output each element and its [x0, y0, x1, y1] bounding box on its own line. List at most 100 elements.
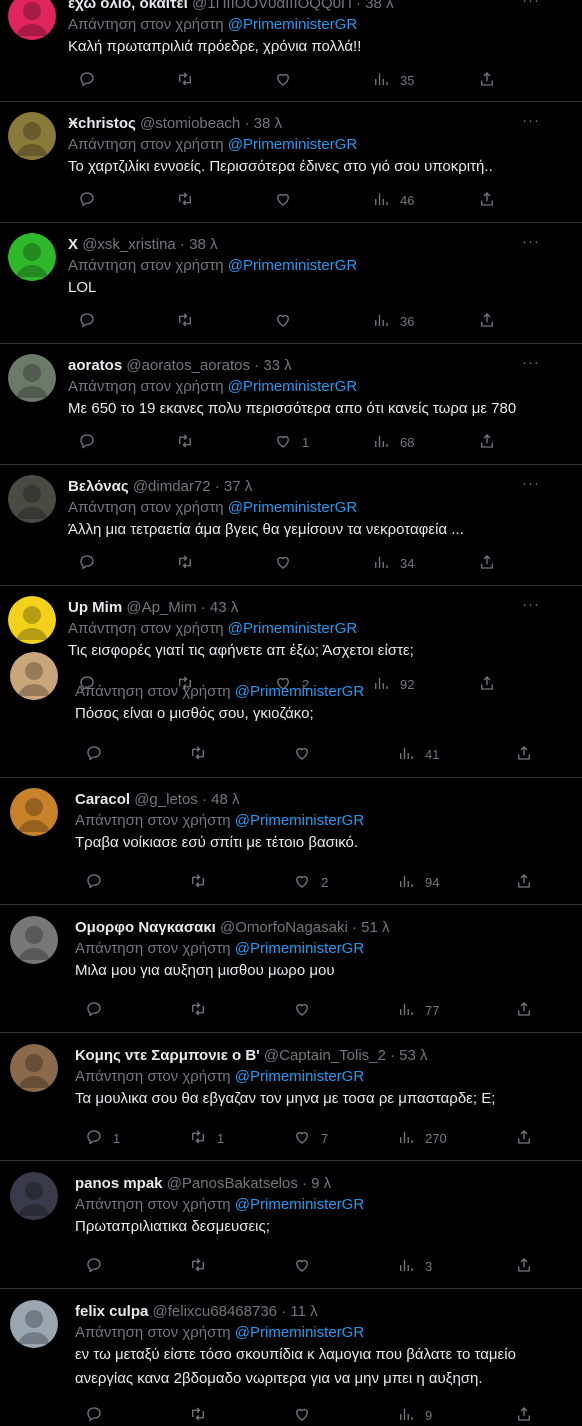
like-button[interactable] — [283, 744, 321, 765]
avatar[interactable] — [10, 1300, 58, 1348]
like-button[interactable] — [283, 1256, 321, 1277]
views-button[interactable]: 3 — [387, 1256, 432, 1277]
user-handle[interactable]: @xsk_xristina · 38 λ — [82, 236, 217, 253]
mention-link[interactable]: @PrimeministerGR — [235, 683, 364, 700]
share-button[interactable] — [468, 190, 496, 211]
views-button[interactable]: 35 — [362, 70, 414, 91]
like-button[interactable]: 1 — [264, 432, 309, 453]
like-button[interactable] — [283, 1000, 321, 1021]
display-name[interactable]: Caracol — [75, 791, 130, 808]
share-button[interactable] — [505, 1256, 533, 1277]
avatar[interactable] — [10, 788, 58, 836]
share-button[interactable] — [468, 70, 496, 91]
retweet-button[interactable] — [179, 744, 217, 765]
user-handle[interactable]: @g_letos · 48 λ — [134, 791, 239, 808]
more-options-icon[interactable]: ··· — [522, 0, 540, 9]
mention-link[interactable]: @PrimeministerGR — [228, 378, 357, 395]
reply-button[interactable] — [68, 553, 106, 574]
views-button[interactable]: 77 — [387, 1000, 439, 1021]
reply-button[interactable] — [68, 432, 106, 453]
reply-button[interactable] — [75, 1256, 113, 1277]
views-button[interactable]: 92 — [362, 674, 414, 695]
like-button[interactable]: 2 — [283, 872, 328, 893]
reply-button[interactable] — [68, 311, 106, 332]
user-handle[interactable]: @felixcu68468736 · 11 λ — [153, 1303, 318, 1320]
more-options-icon[interactable]: ··· — [522, 475, 540, 492]
retweet-button[interactable] — [166, 553, 204, 574]
more-options-icon[interactable]: ··· — [522, 354, 540, 371]
mention-link[interactable]: @PrimeministerGR — [228, 16, 357, 33]
mention-link[interactable]: @PrimeministerGR — [228, 257, 357, 274]
user-handle[interactable]: @stomiobeach · 38 λ — [140, 115, 282, 132]
retweet-button[interactable] — [166, 432, 204, 453]
display-name[interactable]: X — [68, 236, 78, 253]
avatar[interactable] — [10, 1044, 58, 1092]
user-handle[interactable]: @Ap_Mim · 43 λ — [126, 599, 238, 616]
display-name[interactable]: Κομης ντε Σαρμπονιε ο Β' — [75, 1047, 260, 1064]
display-name[interactable]: Βελόνας — [68, 478, 129, 495]
like-button[interactable] — [264, 70, 302, 91]
reply-button[interactable]: 1 — [75, 1128, 120, 1149]
retweet-button[interactable]: 1 — [179, 1128, 224, 1149]
views-button[interactable]: 34 — [362, 553, 414, 574]
more-options-icon[interactable]: ··· — [522, 233, 540, 250]
display-name[interactable]: Ӿchristος — [68, 115, 136, 132]
avatar[interactable] — [8, 475, 56, 523]
views-button[interactable]: 36 — [362, 311, 414, 332]
avatar[interactable] — [8, 354, 56, 402]
retweet-button[interactable] — [166, 311, 204, 332]
display-name[interactable]: Up Mim — [68, 599, 122, 616]
share-button[interactable] — [505, 872, 533, 893]
like-button[interactable] — [264, 553, 302, 574]
share-button[interactable] — [505, 1000, 533, 1021]
reply-button[interactable] — [68, 70, 106, 91]
reply-button[interactable] — [68, 190, 106, 211]
share-button[interactable] — [468, 674, 496, 695]
share-button[interactable] — [468, 553, 496, 574]
avatar[interactable] — [10, 1172, 58, 1220]
reply-button[interactable] — [75, 744, 113, 765]
views-button[interactable]: 68 — [362, 432, 414, 453]
user-handle[interactable]: @Captain_Tolis_2 · 53 λ — [264, 1047, 428, 1064]
avatar[interactable] — [8, 596, 56, 644]
avatar[interactable] — [8, 0, 56, 40]
display-name[interactable]: aoratos — [68, 357, 122, 374]
share-button[interactable] — [468, 311, 496, 332]
share-button[interactable] — [468, 432, 496, 453]
share-button[interactable] — [505, 744, 533, 765]
views-button[interactable]: 41 — [387, 744, 439, 765]
mention-link[interactable]: @PrimeministerGR — [235, 1196, 364, 1213]
mention-link[interactable]: @PrimeministerGR — [235, 940, 364, 957]
user-handle[interactable]: @OmorfoNagasaki · 51 λ — [220, 919, 389, 936]
like-button[interactable]: 7 — [283, 1128, 328, 1149]
more-options-icon[interactable]: ··· — [522, 596, 540, 613]
retweet-button[interactable] — [166, 70, 204, 91]
display-name[interactable]: felix culpa — [75, 1303, 148, 1320]
display-name[interactable]: εχω ολιο, οκαιτει — [68, 0, 188, 12]
user-handle[interactable]: @PanosBakatselos · 9 λ — [167, 1175, 331, 1192]
reply-button[interactable] — [75, 1000, 113, 1021]
mention-link[interactable]: @PrimeministerGR — [228, 136, 357, 153]
views-button[interactable]: 94 — [387, 872, 439, 893]
mention-link[interactable]: @PrimeministerGR — [235, 1068, 364, 1085]
avatar[interactable] — [10, 652, 58, 700]
mention-link[interactable]: @PrimeministerGR — [235, 812, 364, 829]
display-name[interactable]: panos mpak — [75, 1175, 163, 1192]
retweet-button[interactable] — [179, 1000, 217, 1021]
user-handle[interactable]: @dimdar72 · 37 λ — [133, 478, 252, 495]
avatar[interactable] — [8, 112, 56, 160]
display-name[interactable]: Ομορφο Ναγκασακι — [75, 919, 216, 936]
user-handle[interactable]: @aoratos_aoratos · 33 λ — [126, 357, 291, 374]
mention-link[interactable]: @PrimeministerGR — [228, 620, 357, 637]
avatar[interactable] — [10, 916, 58, 964]
mention-link[interactable]: @PrimeministerGR — [235, 1324, 364, 1341]
mention-link[interactable]: @PrimeministerGR — [228, 499, 357, 516]
like-button[interactable] — [264, 190, 302, 211]
retweet-button[interactable] — [179, 1256, 217, 1277]
share-button[interactable] — [505, 1128, 533, 1149]
more-options-icon[interactable]: ··· — [522, 112, 540, 129]
like-button[interactable] — [264, 311, 302, 332]
retweet-button[interactable] — [179, 872, 217, 893]
user-handle[interactable]: @1ΠΙΙΟΟV0αΙΙΙΟQQ0Π · 38 λ — [192, 0, 393, 12]
views-button[interactable]: 46 — [362, 190, 414, 211]
